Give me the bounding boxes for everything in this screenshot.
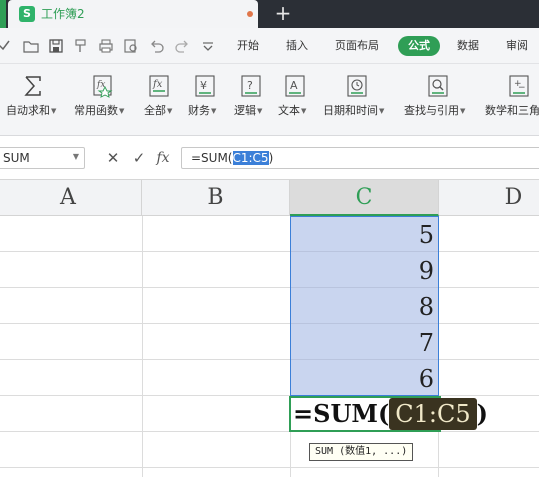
menu-insert[interactable]: 插入 — [286, 38, 308, 54]
edit-prefix: =SUM( — [293, 399, 390, 428]
grid-row[interactable] — [0, 252, 539, 288]
insert-function-button[interactable]: fx — [154, 149, 172, 167]
common-functions-label: 常用函数 — [74, 104, 118, 117]
edit-range-highlight: C1:C5 — [389, 398, 477, 430]
svg-text:?: ? — [247, 79, 253, 92]
print-icon[interactable] — [97, 37, 115, 55]
redo-icon[interactable] — [173, 37, 191, 55]
function-hint-tooltip: SUM (数值1, ...) — [309, 443, 414, 461]
chevron-down-icon[interactable]: ▼ — [73, 152, 79, 161]
formula-bar: SUM ▼ ✕ ✓ fx =SUM(C1:C5) — [0, 136, 539, 180]
column-header-b[interactable]: B — [142, 180, 290, 216]
save-icon[interactable] — [47, 37, 65, 55]
print-preview-icon[interactable] — [122, 37, 140, 55]
title-tab-bar: S 工作簿2 + — [0, 0, 539, 28]
fx-star-icon: fx — [93, 75, 113, 98]
grid-row[interactable] — [0, 216, 539, 252]
logical-label: 逻辑 — [234, 104, 256, 117]
date-time-label: 日期和时间 — [323, 104, 378, 117]
formula-prefix: =SUM( — [191, 151, 233, 165]
clock-icon — [347, 75, 367, 97]
name-box[interactable]: SUM ▼ — [0, 147, 85, 169]
spreadsheet-app: S 工作簿2 + 开始 插入 页面布局 公式 数据 审阅 自动求和▼ fx 常用… — [0, 0, 539, 477]
collapse-chevron-icon[interactable] — [0, 37, 13, 55]
menu-bar: 开始 插入 页面布局 公式 数据 审阅 — [0, 28, 539, 64]
magnifier-icon — [428, 75, 448, 97]
confirm-formula-button[interactable]: ✓ — [130, 149, 148, 167]
grid-row[interactable] — [0, 432, 539, 468]
sigma-icon — [24, 76, 41, 96]
grid-row[interactable] — [0, 324, 539, 360]
document-tab-title: 工作簿2 — [41, 7, 85, 21]
fx-icon: fx — [149, 75, 169, 97]
open-folder-icon[interactable] — [22, 37, 40, 55]
formula-input[interactable]: =SUM(C1:C5) — [181, 147, 539, 169]
column-header-c[interactable]: C — [290, 180, 439, 216]
question-icon: ? — [241, 75, 261, 97]
svg-text:−: − — [518, 83, 526, 93]
reference-range-outline — [290, 216, 439, 396]
app-accent-strip — [0, 0, 6, 28]
autosum-label: 自动求和 — [6, 104, 50, 117]
financial-label: 财务 — [188, 104, 210, 117]
menu-data[interactable]: 数据 — [457, 38, 479, 54]
text-functions-label: 文本 — [278, 104, 300, 117]
text-a-icon: A — [285, 75, 305, 97]
spreadsheet-doc-icon: S — [19, 6, 35, 22]
edit-suffix: ) — [476, 399, 489, 428]
editing-cell-c6[interactable]: =SUM(C1:C5) — [289, 396, 539, 432]
grid-row[interactable] — [0, 288, 539, 324]
column-divider — [142, 216, 143, 477]
column-header-d[interactable]: D — [439, 180, 539, 216]
svg-text:fx: fx — [152, 79, 163, 90]
new-tab-button[interactable]: + — [272, 2, 294, 24]
math-trig-label: 数学和三角 — [485, 104, 539, 117]
more-dropdown-icon[interactable] — [199, 37, 217, 55]
yen-icon: ¥ — [195, 75, 215, 97]
menu-formulas[interactable]: 公式 — [398, 36, 440, 56]
sheet-grid[interactable]: A B C D 5 9 8 7 6 =SUM(C1:C5) SUM (数值1, … — [0, 180, 539, 477]
formulas-ribbon: 自动求和▼ fx 常用函数▼ fx 全部▼ ¥ 财务▼ ? 逻辑▼ A 文本▼ … — [0, 64, 539, 136]
format-painter-icon[interactable] — [72, 37, 90, 55]
svg-text:¥: ¥ — [200, 79, 207, 92]
svg-text:A: A — [290, 79, 298, 92]
menu-review[interactable]: 审阅 — [506, 38, 528, 54]
grid-row[interactable] — [0, 360, 539, 396]
formula-range-highlight: C1:C5 — [232, 151, 269, 165]
formula-suffix: ) — [268, 151, 274, 165]
math-icon: +− — [509, 75, 529, 97]
lookup-reference-label: 查找与引用 — [404, 104, 459, 117]
name-box-value: SUM — [3, 151, 30, 165]
column-header-a[interactable]: A — [0, 180, 142, 216]
all-functions-label: 全部 — [144, 104, 166, 117]
unsaved-dot-icon[interactable] — [247, 11, 253, 17]
document-tab[interactable]: S 工作簿2 — [8, 0, 258, 28]
cancel-formula-button[interactable]: ✕ — [104, 149, 122, 167]
menu-home[interactable]: 开始 — [237, 38, 259, 54]
undo-icon[interactable] — [148, 37, 166, 55]
menu-page-layout[interactable]: 页面布局 — [335, 38, 379, 54]
